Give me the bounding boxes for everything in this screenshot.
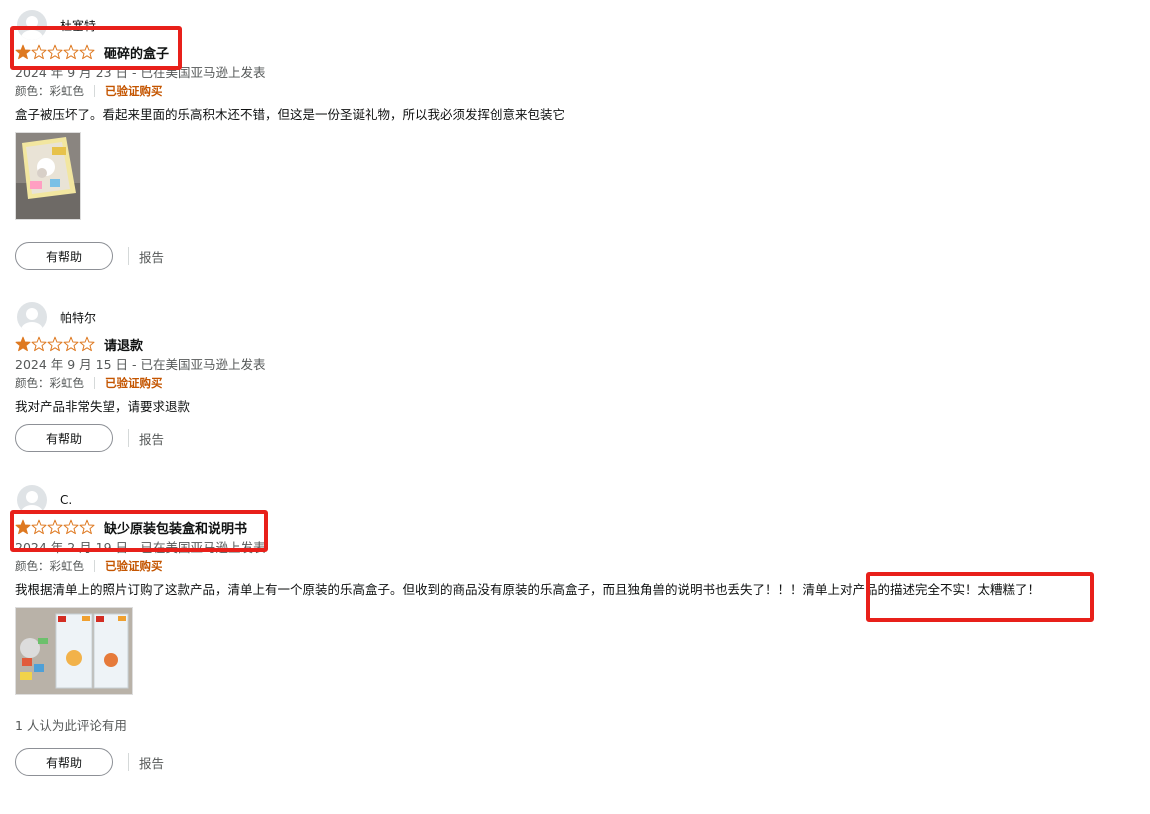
star-empty-icon <box>47 44 63 60</box>
avatar <box>17 10 47 40</box>
review-body: 我根据清单上的照片订购了这款产品，清单上有一个原装的乐高盒子。但收到的商品没有原… <box>15 582 1041 597</box>
star-rating <box>15 336 95 352</box>
reviewer-profile[interactable]: 帕特尔 <box>15 302 1140 332</box>
verified-purchase-badge: 已验证购买 <box>105 559 163 573</box>
review-title[interactable]: 砸碎的盒子 <box>104 43 169 62</box>
star-empty-icon <box>79 336 95 352</box>
verified-purchase-badge: 已验证购买 <box>105 376 163 390</box>
star-empty-icon <box>79 44 95 60</box>
review-title[interactable]: 缺少原装包装盒和说明书 <box>104 518 247 537</box>
star-empty-icon <box>63 519 79 535</box>
helpful-button[interactable]: 有帮助 <box>15 424 113 452</box>
review-date: 2024 年 9 月 15 日 - 已在美国亚马逊上发表 <box>15 357 266 372</box>
report-link[interactable]: 报告 <box>139 429 164 448</box>
star-empty-icon <box>63 336 79 352</box>
star-filled-icon <box>15 336 31 352</box>
review-photo[interactable] <box>15 132 81 220</box>
helpful-count: 1 人认为此评论有用 <box>15 718 127 733</box>
star-rating <box>15 44 95 60</box>
variant-label[interactable]: 颜色：彩虹色 <box>15 82 84 100</box>
variant-label[interactable]: 颜色：彩虹色 <box>15 557 84 575</box>
review-2: 帕特尔 请退款 2024 年 9 月 15 日 - 已在美国亚马逊上发表 颜色：… <box>15 302 1140 452</box>
verified-purchase-badge: 已验证购买 <box>105 84 163 98</box>
review-date: 2024 年 2 月 19 日 - 已在美国亚马逊上发表 <box>15 540 266 555</box>
helpful-button[interactable]: 有帮助 <box>15 748 113 776</box>
avatar <box>17 302 47 332</box>
star-empty-icon <box>79 519 95 535</box>
star-empty-icon <box>63 44 79 60</box>
star-rating <box>15 519 95 535</box>
star-filled-icon <box>15 519 31 535</box>
report-link[interactable]: 报告 <box>139 247 164 266</box>
review-photo[interactable] <box>15 607 133 695</box>
reviewer-name[interactable]: 帕特尔 <box>60 309 96 326</box>
reviewer-profile[interactable]: C. <box>15 485 1140 515</box>
review-title[interactable]: 请退款 <box>104 335 143 354</box>
reviewer-name[interactable]: 杜塞特 <box>60 17 96 34</box>
star-empty-icon <box>31 336 47 352</box>
star-empty-icon <box>31 44 47 60</box>
review-body: 我对产品非常失望，请要求退款 <box>15 399 191 414</box>
review-1: 杜塞特 砸碎的盒子 2024 年 9 月 23 日 - 已在美国亚马逊上发表 颜… <box>15 10 1140 270</box>
review-body: 盒子被压坏了。看起来里面的乐高积木还不错，但这是一份圣诞礼物，所以我必须发挥创意… <box>15 107 566 122</box>
report-link[interactable]: 报告 <box>139 753 164 772</box>
review-3: C. 缺少原装包装盒和说明书 2024 年 2 月 19 日 - 已在美国亚马逊… <box>15 485 1140 776</box>
star-empty-icon <box>47 336 63 352</box>
star-empty-icon <box>31 519 47 535</box>
variant-label[interactable]: 颜色：彩虹色 <box>15 374 84 392</box>
star-filled-icon <box>15 44 31 60</box>
review-date: 2024 年 9 月 23 日 - 已在美国亚马逊上发表 <box>15 65 266 80</box>
reviewer-profile[interactable]: 杜塞特 <box>15 10 1140 40</box>
star-empty-icon <box>47 519 63 535</box>
reviewer-name[interactable]: C. <box>60 493 72 507</box>
helpful-button[interactable]: 有帮助 <box>15 242 113 270</box>
avatar <box>17 485 47 515</box>
